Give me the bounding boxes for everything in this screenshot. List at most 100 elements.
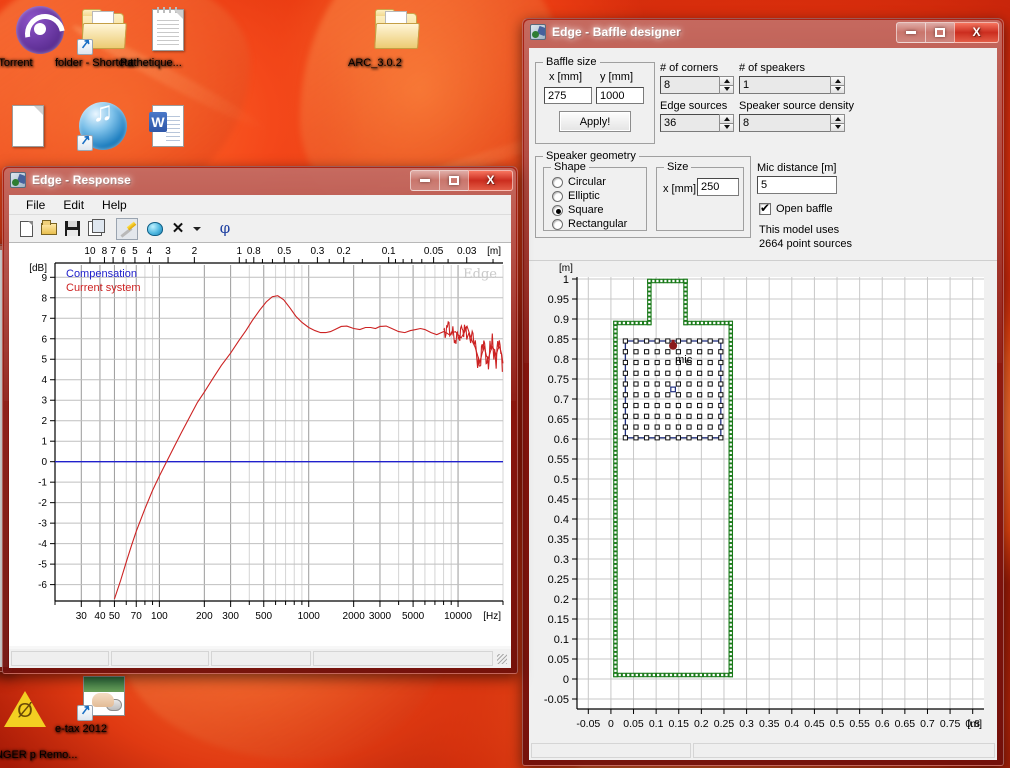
svg-text:0.85: 0.85 — [548, 334, 569, 346]
open-baffle-checkbox[interactable]: Open baffle — [759, 201, 833, 215]
radio-label: Elliptic — [568, 190, 600, 202]
svg-text:0: 0 — [41, 457, 47, 468]
svg-text:1: 1 — [41, 437, 47, 448]
desktop-icon-arc302[interactable]: ARC_3.0.2 — [348, 6, 444, 69]
svg-text:0.4: 0.4 — [554, 514, 569, 526]
close-button[interactable]: X — [468, 169, 513, 191]
radio-circular[interactable]: Circular — [552, 176, 606, 188]
source-density-label: Speaker source density — [739, 100, 854, 112]
baffle-x-label: x [mm] — [549, 71, 582, 83]
svg-text:30: 30 — [76, 611, 88, 622]
desktop-icon-etax2012[interactable]: e-tax 2012 — [55, 672, 151, 735]
shape-legend: Shape — [551, 161, 589, 173]
desktop-icon-word-doc[interactable]: W — [120, 102, 216, 153]
source-density-spinner[interactable] — [830, 114, 845, 132]
baffle-y-label: y [mm] — [600, 71, 633, 83]
baffle-status-panel — [531, 743, 691, 758]
svg-text:0.45: 0.45 — [804, 718, 825, 730]
svg-text:1: 1 — [563, 274, 569, 286]
minimize-button[interactable] — [410, 169, 439, 191]
baffle-window-controls[interactable]: X — [896, 21, 999, 43]
svg-text:5: 5 — [132, 246, 138, 257]
baffle-titlebar[interactable]: Edge - Baffle designer X — [522, 18, 1004, 46]
desktop-icon-pathetique[interactable]: Pathetique... — [120, 6, 216, 69]
svg-text:0.4: 0.4 — [785, 718, 800, 730]
size-x-input[interactable]: 250 — [697, 178, 739, 196]
maximize-button[interactable] — [925, 21, 954, 43]
svg-text:0.7: 0.7 — [554, 394, 569, 406]
maximize-button[interactable] — [439, 169, 468, 191]
radio-dot — [552, 190, 563, 202]
speakers-spinner[interactable] — [830, 76, 845, 94]
apply-button[interactable]: Apply! — [559, 111, 631, 132]
svg-text:0.1: 0.1 — [382, 246, 396, 257]
svg-text:0.05: 0.05 — [424, 246, 444, 257]
response-plot: 10 8 7 6 5 4 3 2 1 0.8 0.5 0.3 0.2 0.1 0.05 0.03 [m] 9 8 7 6… — [9, 243, 511, 646]
svg-text:0.5: 0.5 — [830, 718, 845, 730]
checkbox-box — [759, 201, 771, 215]
svg-text:-3: -3 — [38, 519, 47, 530]
phi-icon[interactable]: φ — [214, 218, 236, 240]
svg-text:0.6: 0.6 — [875, 718, 890, 730]
svg-text:0.1: 0.1 — [649, 718, 664, 730]
size-x-label: x [mm] — [663, 183, 696, 195]
new-icon[interactable] — [15, 218, 37, 240]
svg-text:0.15: 0.15 — [669, 718, 690, 730]
response-window[interactable]: Edge - Response X File Edit Help ✕ φ 10 … — [2, 166, 518, 674]
svg-text:0.65: 0.65 — [895, 718, 916, 730]
copy-icon[interactable] — [84, 218, 106, 240]
desktop-icon-label: ARC_3.0.2 — [348, 57, 402, 69]
svg-text:-5: -5 — [38, 560, 47, 571]
mic-distance-input[interactable]: 5 — [757, 176, 837, 194]
svg-text:50: 50 — [109, 611, 121, 622]
corners-label: # of corners — [660, 62, 719, 74]
document-icon — [144, 6, 192, 54]
corners-spinner[interactable] — [719, 76, 734, 94]
menu-help[interactable]: Help — [93, 196, 136, 214]
radio-elliptic[interactable]: Elliptic — [552, 190, 600, 202]
size-legend: Size — [664, 161, 692, 173]
baffle-statusbar — [529, 741, 997, 760]
svg-text:10: 10 — [84, 246, 96, 257]
baffle-designer-window[interactable]: Edge - Baffle designer X Baffle size x [… — [522, 18, 1004, 766]
radio-dot — [552, 204, 563, 216]
response-menubar[interactable]: File Edit Help — [9, 195, 511, 215]
speakers-label: # of speakers — [739, 62, 806, 74]
svg-text:7: 7 — [41, 314, 47, 325]
status-panel-2 — [111, 651, 209, 666]
radio-rectangular[interactable]: Rectangular — [552, 218, 627, 230]
response-titlebar[interactable]: Edge - Response X — [2, 166, 518, 194]
baffle-x-input[interactable]: 275 — [544, 87, 592, 104]
pencil-icon[interactable] — [116, 217, 138, 240]
response-statusbar — [9, 649, 511, 668]
close-button[interactable]: X — [954, 21, 999, 43]
app-icon — [530, 24, 546, 40]
save-icon[interactable] — [61, 218, 83, 240]
model-note-line1: This model uses — [759, 224, 840, 236]
desktop-icon-label: HRINGER p Remo... — [0, 749, 78, 761]
menu-file[interactable]: File — [17, 196, 54, 214]
baffle-size-group: Baffle size x [mm] y [mm] 275 1000 Apply… — [535, 56, 655, 144]
desktop-icon-label: Pathetique... — [120, 57, 182, 69]
delete-x-icon[interactable]: ✕ — [167, 218, 189, 240]
response-plot-svg: 10 8 7 6 5 4 3 2 1 0.8 0.5 0.3 0.2 0.1 0.05 0.03 [m]9876… — [29, 246, 504, 622]
open-icon[interactable] — [38, 218, 60, 240]
minimize-button[interactable] — [896, 21, 925, 43]
resize-grip[interactable] — [495, 651, 509, 666]
response-window-controls[interactable]: X — [410, 169, 513, 191]
mic-distance-label: Mic distance [m] — [757, 162, 837, 174]
edge-sources-spinner[interactable] — [719, 114, 734, 132]
svg-text:0: 0 — [608, 718, 614, 730]
svg-text:0.7: 0.7 — [920, 718, 935, 730]
svg-text:-0.05: -0.05 — [544, 694, 569, 706]
blue-object-icon[interactable] — [144, 218, 166, 240]
svg-text:0.5: 0.5 — [277, 246, 291, 257]
menu-edit[interactable]: Edit — [54, 196, 93, 214]
dropdown-caret-icon[interactable] — [190, 218, 204, 240]
response-toolbar[interactable]: ✕ φ — [9, 215, 511, 243]
edge-watermark: Edge — [463, 267, 497, 282]
baffle-y-input[interactable]: 1000 — [596, 87, 644, 104]
svg-text:0.2: 0.2 — [554, 594, 569, 606]
svg-text:-1: -1 — [38, 478, 47, 489]
radio-square[interactable]: Square — [552, 204, 603, 216]
